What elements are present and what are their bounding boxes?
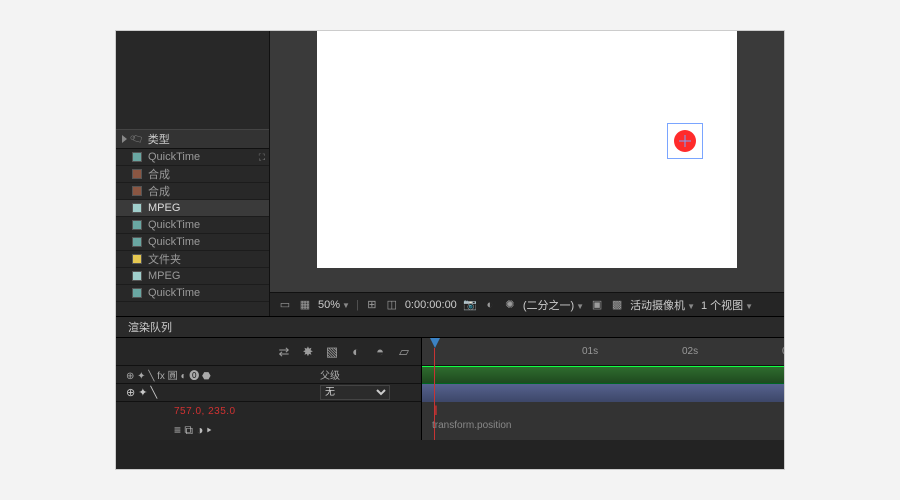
resolution-dropdown[interactable]: (二分之一)▼ (523, 297, 584, 313)
app-window: 🏷 类型 QuickTime⛶合成合成MPEGQuickTimeQuickTim… (115, 30, 785, 470)
type-swatch-icon (132, 152, 142, 162)
project-column-header[interactable]: 🏷 类型 (116, 129, 269, 149)
camera-dropdown[interactable]: 活动摄像机▼ (630, 297, 695, 313)
motionblur-icon[interactable]: ◐ (349, 344, 363, 359)
composition-viewer: ▭ ▦ 50%▼ | ⊞ ◫ 0:00:00:00 📷 ◐ ✺ (二分之一)▼ … (270, 31, 784, 316)
position-value[interactable]: 757.0, 235.0 (174, 406, 236, 417)
text-cursor-icon: I (434, 404, 442, 418)
project-item-label: 文件夹 (148, 251, 181, 267)
project-item[interactable]: MPEG (116, 268, 269, 285)
expression-controls[interactable]: ≡ ⧉ ◑ ▸ (116, 420, 421, 440)
shy-icon[interactable]: ⇄ (277, 344, 291, 360)
star-icon[interactable]: ✸ (301, 344, 315, 360)
type-swatch-icon (132, 220, 142, 230)
exposure-icon[interactable]: ✺ (503, 298, 517, 311)
project-item[interactable]: MPEG (116, 200, 269, 217)
ruler-tick: 01s (582, 346, 598, 357)
graph-icon[interactable]: ◓ (373, 344, 387, 359)
brainstorm-icon[interactable]: ▱ (397, 344, 411, 360)
time-ruler[interactable]: 01s 02s 03s (422, 338, 784, 366)
project-panel: 🏷 类型 QuickTime⛶合成合成MPEGQuickTimeQuickTim… (116, 31, 270, 316)
views-value: 1 个视图 (701, 300, 743, 312)
project-item-label: MPEG (148, 270, 180, 282)
monitor-icon[interactable]: ▭ (278, 298, 292, 311)
layer-switches[interactable]: ⊕ ✦ ╲ (116, 386, 316, 399)
project-item-label: QuickTime (148, 151, 200, 163)
frameblend-icon[interactable]: ▧ (325, 344, 339, 360)
position-value-row[interactable]: 757.0, 235.0 (116, 402, 421, 420)
timeline-panel: ⇄ ✸ ▧ ◐ ◓ ▱ ⊕ ✦ ╲ fx 圓 ◐ ⓿ ⬣ 父级 ⊕ ✦ ╲ 无 (116, 338, 784, 440)
timeline-tool-row: ⇄ ✸ ▧ ◐ ◓ ▱ (116, 338, 421, 366)
layer-bar[interactable] (422, 384, 784, 402)
project-item[interactable]: 合成 (116, 166, 269, 183)
snapshot-icon[interactable]: 📷 (463, 298, 477, 311)
type-swatch-icon (132, 203, 142, 213)
tag-icon: 🏷 (129, 131, 146, 147)
zoom-value: 50% (318, 299, 340, 311)
project-item[interactable]: QuickTime (116, 285, 269, 302)
expression-text[interactable]: transform.position (432, 420, 511, 431)
timeline-layer-list: ⇄ ✸ ▧ ◐ ◓ ▱ ⊕ ✦ ╲ fx 圓 ◐ ⓿ ⬣ 父级 ⊕ ✦ ╲ 无 (116, 338, 422, 440)
type-swatch-icon (132, 237, 142, 247)
project-item[interactable]: QuickTime (116, 234, 269, 251)
link-icon: ⛶ (259, 152, 265, 163)
layer-columns-b: 父级 (316, 367, 421, 382)
disclosure-icon (122, 135, 127, 143)
project-item[interactable]: 合成 (116, 183, 269, 200)
type-swatch-icon (132, 254, 142, 264)
project-item[interactable]: QuickTime ⛶ (116, 149, 269, 166)
project-item-label: 合成 (148, 183, 170, 199)
project-item-label: QuickTime (148, 287, 200, 299)
anchor-crosshair (685, 135, 686, 147)
region-icon[interactable]: ▣ (590, 298, 604, 311)
project-item-list: QuickTime ⛶ 合成合成 MPEG QuickTime QuickTime 文件夹 M… (116, 149, 269, 302)
mask-icon[interactable]: ◫ (385, 298, 399, 311)
project-item-label: QuickTime (148, 219, 200, 231)
type-swatch-icon (132, 271, 142, 281)
render-queue-tab[interactable]: 渲染队列 (128, 319, 172, 335)
project-item-label: 合成 (148, 166, 170, 182)
parent-dropdown[interactable]: 无 (320, 385, 390, 400)
canvas-area[interactable] (270, 31, 784, 292)
work-area-bar[interactable] (422, 366, 784, 384)
resolution-value: (二分之一) (523, 300, 574, 312)
project-item-label: MPEG (148, 202, 180, 214)
guides-icon[interactable]: ⊞ (365, 298, 379, 311)
type-swatch-icon (132, 288, 142, 298)
type-swatch-icon (132, 169, 142, 179)
ruler-tick: 03s (782, 346, 785, 357)
project-item-label: QuickTime (148, 236, 200, 248)
views-dropdown[interactable]: 1 个视图▼ (701, 297, 753, 313)
playhead-icon[interactable] (430, 338, 440, 348)
layer-columns-header: ⊕ ✦ ╲ fx 圓 ◐ ⓿ ⬣ 父级 (116, 366, 421, 384)
type-swatch-icon (132, 186, 142, 196)
timeline-tracks[interactable]: 01s 02s 03s I transform.position (422, 338, 784, 440)
project-item[interactable]: QuickTime (116, 217, 269, 234)
project-item[interactable]: 文件夹 (116, 251, 269, 268)
canvas[interactable] (317, 30, 737, 268)
transparency-icon[interactable]: ▩ (610, 298, 624, 311)
viewer-toolbar: ▭ ▦ 50%▼ | ⊞ ◫ 0:00:00:00 📷 ◐ ✺ (二分之一)▼ … (270, 292, 784, 316)
ruler-tick: 02s (682, 346, 698, 357)
zoom-dropdown[interactable]: 50%▼ (318, 299, 350, 311)
grid-icon[interactable]: ▦ (298, 298, 312, 311)
upper-pane: 🏷 类型 QuickTime⛶合成合成MPEGQuickTimeQuickTim… (116, 31, 784, 316)
layer-columns-a: ⊕ ✦ ╲ fx 圓 ◐ ⓿ ⬣ (116, 367, 316, 382)
channels-icon[interactable]: ◐ (483, 299, 497, 311)
project-column-label: 类型 (148, 131, 170, 147)
timecode-display[interactable]: 0:00:00:00 (405, 299, 457, 311)
camera-value: 活动摄像机 (630, 300, 685, 312)
timeline-tab-bar: 渲染队列 (116, 316, 784, 338)
layer-row[interactable]: ⊕ ✦ ╲ 无 (116, 384, 421, 402)
selection-bounds[interactable] (667, 123, 703, 159)
